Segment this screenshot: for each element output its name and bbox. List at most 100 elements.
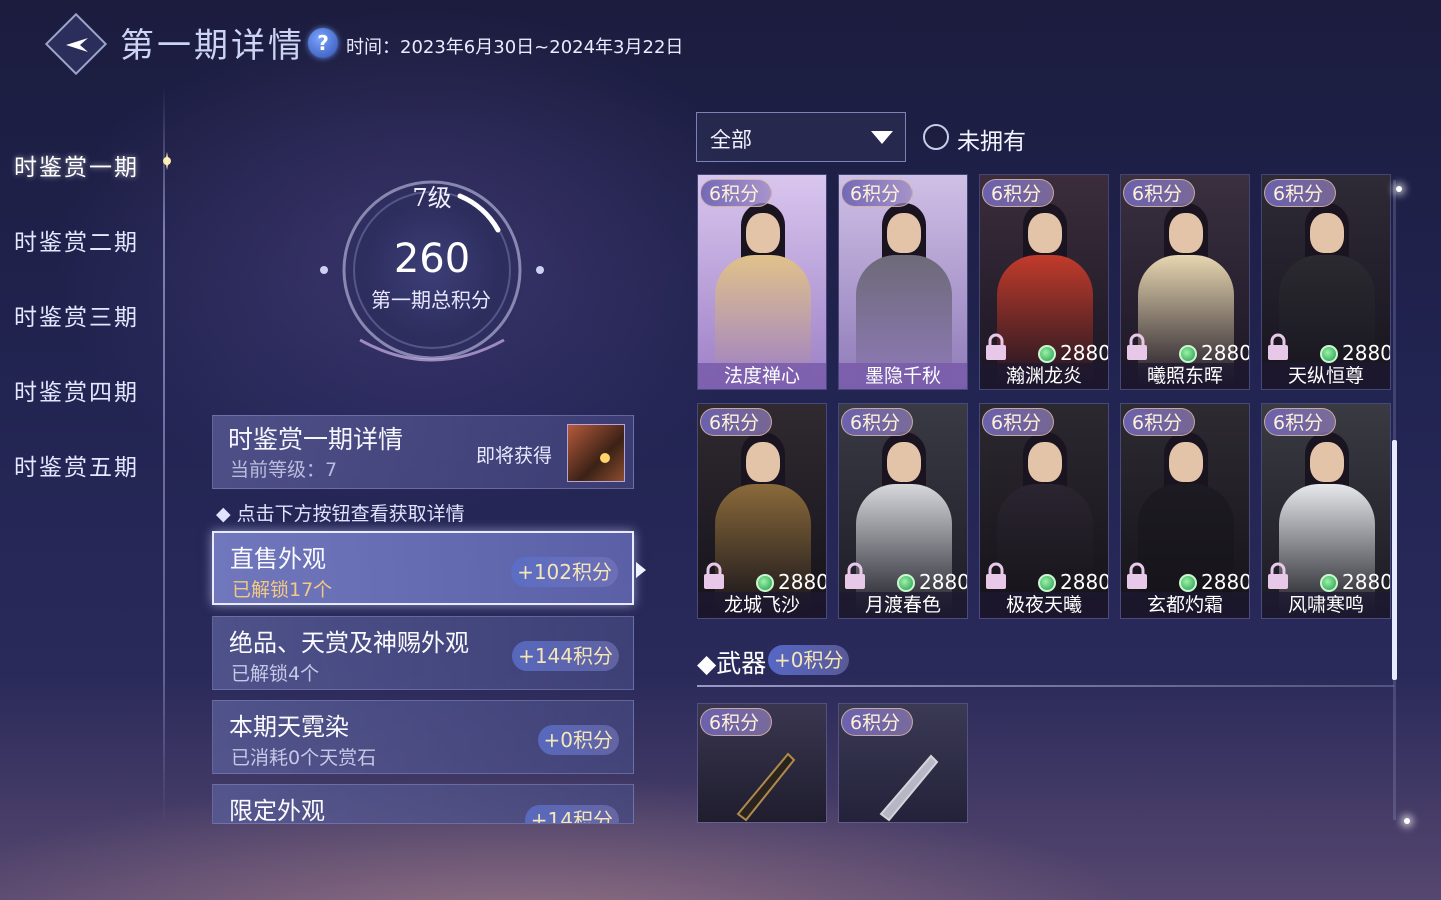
category-limited[interactable]: 限定外观 +14积分 bbox=[212, 784, 634, 824]
lock-icon bbox=[704, 562, 724, 589]
points-badge: 6积分 bbox=[700, 708, 773, 736]
category-points-badge: +144积分 bbox=[512, 641, 619, 671]
lock-icon bbox=[1268, 333, 1288, 360]
price-value: 2880 bbox=[1060, 341, 1109, 365]
character-head bbox=[1028, 213, 1062, 253]
points-badge: 6积分 bbox=[982, 408, 1055, 436]
hint-text: ◆ 点击下方按钮查看获取详情 bbox=[216, 503, 465, 525]
sparkle-decoration bbox=[1404, 818, 1410, 824]
points-badge: 6积分 bbox=[982, 179, 1055, 207]
points-badge: 6积分 bbox=[1264, 408, 1337, 436]
points-badge: 6积分 bbox=[841, 708, 914, 736]
jade-currency-icon bbox=[756, 574, 774, 592]
price-value: 2880 bbox=[1342, 570, 1391, 594]
detail-title: 时鉴赏一期详情 bbox=[228, 425, 404, 454]
price-value: 2880 bbox=[1060, 570, 1109, 594]
scrollbar-thumb[interactable] bbox=[1392, 440, 1397, 680]
sidebar-item-period-1[interactable]: 时鉴赏一期 bbox=[14, 148, 139, 182]
price-value: 2880 bbox=[778, 570, 827, 594]
filter-selected-value: 全部 bbox=[710, 128, 752, 152]
points-badge: 6积分 bbox=[1123, 408, 1196, 436]
chevron-down-icon bbox=[871, 131, 893, 144]
sidebar-item-period-4[interactable]: 时鉴赏四期 bbox=[14, 373, 139, 407]
category-points-badge: +0积分 bbox=[537, 725, 619, 755]
sparkle-decoration bbox=[1396, 186, 1402, 192]
unowned-label: 未拥有 bbox=[957, 129, 1026, 155]
category-dye[interactable]: 本期天霓染 已消耗0个天赏石 +0积分 bbox=[212, 700, 634, 774]
category-title: 本期天霓染 bbox=[229, 713, 349, 741]
character-head bbox=[746, 213, 780, 253]
points-badge: 6积分 bbox=[1264, 179, 1337, 207]
weapon-card[interactable]: 6积分 bbox=[697, 703, 827, 823]
category-title: 限定外观 bbox=[229, 797, 325, 824]
lock-icon bbox=[1268, 562, 1288, 589]
costume-card[interactable]: 6积分法度禅心 bbox=[697, 174, 827, 390]
character-head bbox=[1310, 442, 1344, 482]
category-subtitle: 已消耗0个天赏石 bbox=[231, 747, 377, 769]
costume-card[interactable]: 6积分墨隐千秋 bbox=[838, 174, 968, 390]
category-title: 直售外观 bbox=[230, 545, 326, 573]
category-subtitle: 已解锁17个 bbox=[232, 579, 333, 601]
costume-card[interactable]: 6积分 2880 瀚渊龙炎 bbox=[979, 174, 1109, 390]
costume-card[interactable]: 6积分 2880 风啸寒鸣 bbox=[1261, 403, 1391, 619]
sidebar-item-period-5[interactable]: 时鉴赏五期 bbox=[14, 448, 139, 482]
costume-name: 月渡春色 bbox=[839, 592, 967, 618]
character-head bbox=[1169, 213, 1203, 253]
character-head bbox=[1028, 442, 1062, 482]
costume-name: 风啸寒鸣 bbox=[1262, 592, 1390, 618]
points-badge: 6积分 bbox=[700, 179, 773, 207]
character-head bbox=[887, 442, 921, 482]
costume-name: 墨隐千秋 bbox=[839, 363, 967, 389]
character-head bbox=[1169, 442, 1203, 482]
jade-currency-icon bbox=[1038, 345, 1056, 363]
points-badge: 6积分 bbox=[1123, 179, 1196, 207]
sidebar-item-period-2[interactable]: 时鉴赏二期 bbox=[14, 223, 139, 257]
current-level: 当前等级：7 bbox=[230, 459, 338, 481]
category-points-badge: +14积分 bbox=[524, 805, 619, 823]
next-reward-thumbnail[interactable] bbox=[567, 424, 625, 482]
back-arrow-icon bbox=[66, 38, 88, 52]
price-value: 2880 bbox=[1201, 341, 1250, 365]
costume-name: 极夜天曦 bbox=[980, 592, 1108, 618]
costume-card[interactable]: 6积分 2880 月渡春色 bbox=[838, 403, 968, 619]
category-premium[interactable]: 绝品、天赏及神赐外观 已解锁4个 +144积分 bbox=[212, 616, 634, 690]
lock-icon bbox=[845, 562, 865, 589]
price-value: 2880 bbox=[1342, 341, 1391, 365]
total-score-label: 第一期总积分 bbox=[371, 288, 491, 312]
weapons-points-badge: +0积分 bbox=[768, 645, 850, 675]
costume-card[interactable]: 6积分 2880 玄都灼霜 bbox=[1120, 403, 1250, 619]
price-value: 2880 bbox=[919, 570, 968, 594]
jade-currency-icon bbox=[1179, 574, 1197, 592]
category-title: 绝品、天赏及神赐外观 bbox=[229, 629, 469, 657]
lock-icon bbox=[986, 333, 1006, 360]
sidebar-divider bbox=[163, 85, 165, 825]
character-head bbox=[746, 442, 780, 482]
sidebar-item-period-3[interactable]: 时鉴赏三期 bbox=[14, 298, 139, 332]
costume-card[interactable]: 6积分 2880 龙城飞沙 bbox=[697, 403, 827, 619]
costume-name: 龙城飞沙 bbox=[698, 592, 826, 618]
costume-card[interactable]: 6积分 2880 天纵恒尊 bbox=[1261, 174, 1391, 390]
level-label: 7级 bbox=[412, 184, 452, 212]
lock-icon bbox=[1127, 562, 1147, 589]
unowned-radio[interactable] bbox=[923, 124, 949, 150]
costume-name: 法度禅心 bbox=[698, 363, 826, 389]
total-score: 260 bbox=[393, 236, 471, 282]
jade-currency-icon bbox=[1038, 574, 1056, 592]
lock-icon bbox=[986, 562, 1006, 589]
category-direct-sale[interactable]: 直售外观 已解锁17个 +102积分 bbox=[212, 531, 634, 605]
event-time: 时间：2023年6月30日~2024年3月22日 bbox=[346, 37, 684, 58]
lock-icon bbox=[1127, 333, 1147, 360]
active-marker-icon bbox=[163, 152, 171, 170]
weapon-blade-icon bbox=[736, 752, 796, 822]
costume-name: 玄都灼霜 bbox=[1121, 592, 1249, 618]
points-badge: 6积分 bbox=[841, 179, 914, 207]
costume-name: 天纵恒尊 bbox=[1262, 363, 1390, 389]
costume-card[interactable]: 6积分 2880 曦照东晖 bbox=[1120, 174, 1250, 390]
coming-reward-label: 即将获得 bbox=[476, 445, 553, 467]
costume-card[interactable]: 6积分 2880 极夜天曦 bbox=[979, 403, 1109, 619]
points-badge: 6积分 bbox=[700, 408, 773, 436]
weapon-blade-icon bbox=[879, 754, 939, 822]
help-icon[interactable]: ? bbox=[308, 28, 338, 58]
character-head bbox=[1310, 213, 1344, 253]
weapon-card[interactable]: 6积分 bbox=[838, 703, 968, 823]
